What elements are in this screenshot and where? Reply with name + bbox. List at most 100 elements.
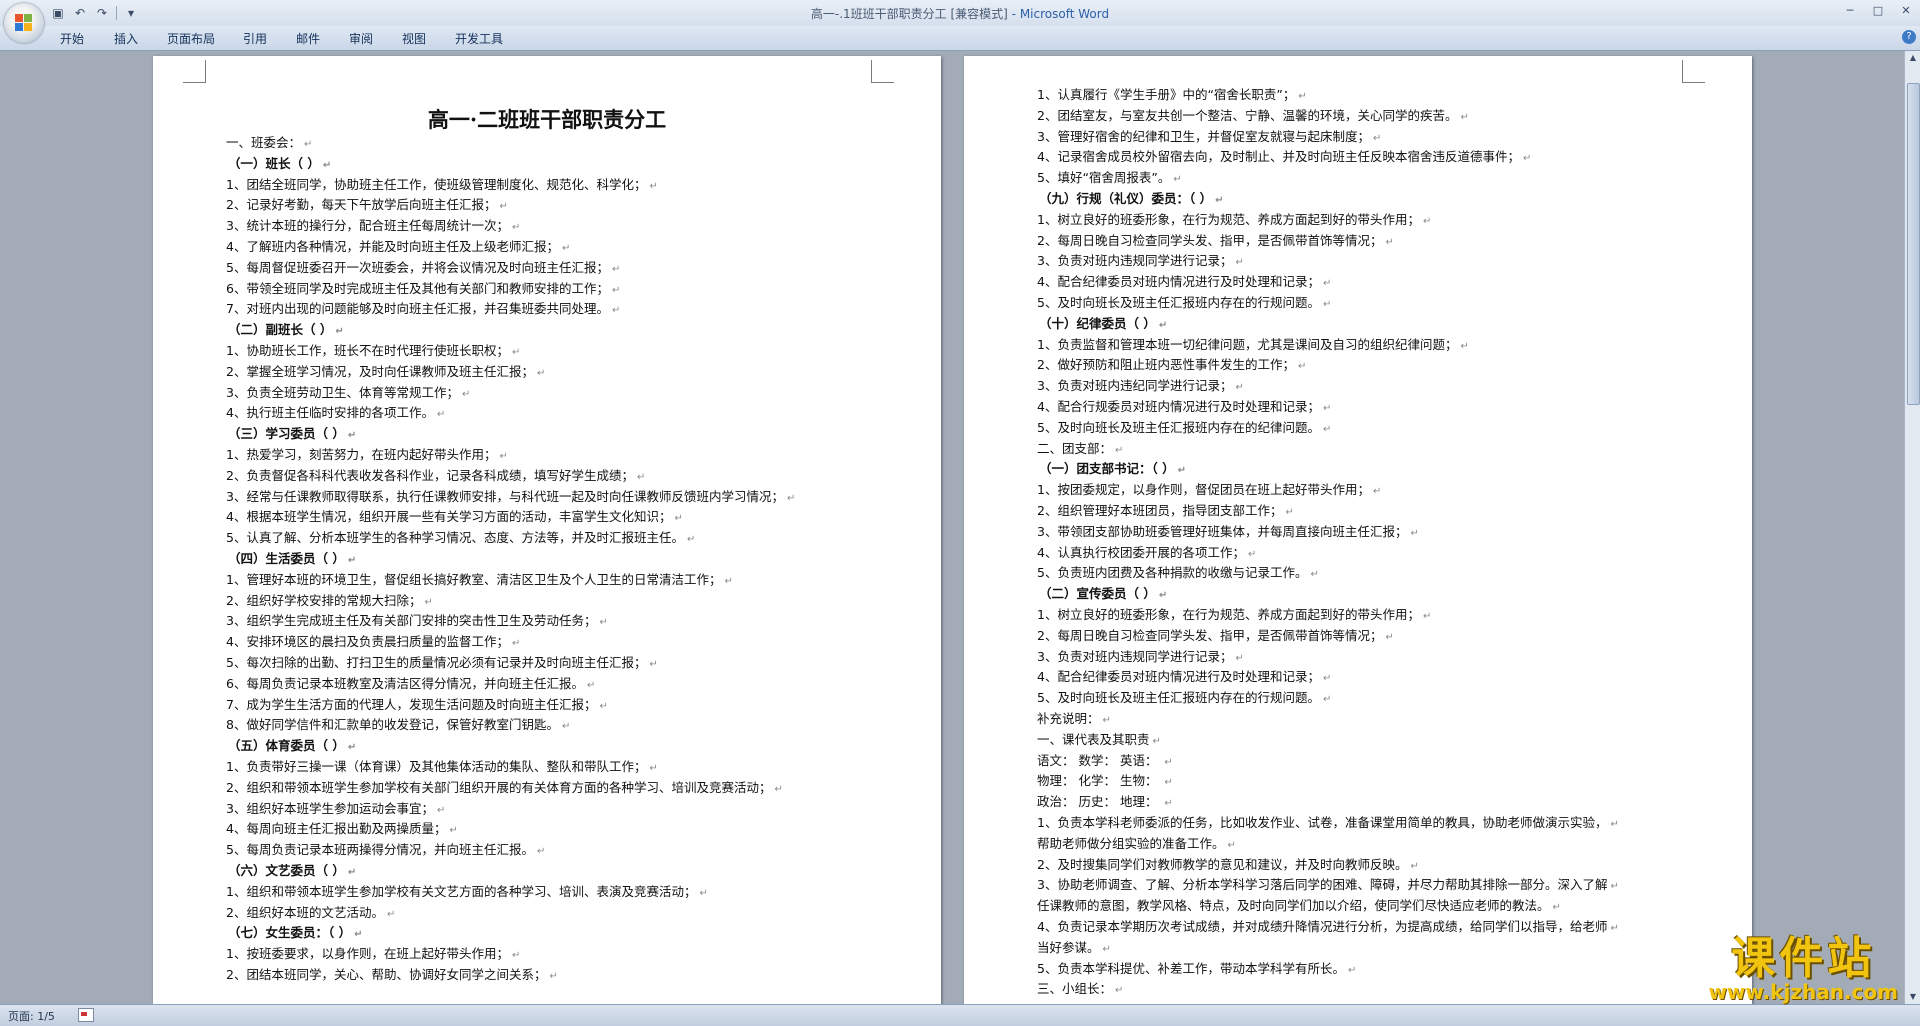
paragraph-line: 6、每周负责记录本班教室及清洁区得分情况，并向班主任汇报。 ↵ <box>226 673 595 692</box>
line-text: 1、管理好本班的环境卫生，督促组长搞好教室、清洁区卫生及个人卫生的日常清洁工作； <box>226 571 722 587</box>
line-text: 4、记录宿舍成员校外留宿去向，及时制止、并及时向班主任反映本宿舍违反道德事件； <box>1037 149 1520 165</box>
paragraph-mark-icon: ↵ <box>1385 236 1394 248</box>
tab-review[interactable]: 审阅 <box>349 30 373 47</box>
paragraph-mark-icon: ↵ <box>1322 694 1332 706</box>
title-bar: ▣ ↶ ↷ ▾ 高一-.1班班干部职责分工 [兼容模式] - Microsoft… <box>0 0 1920 26</box>
line-text: （十）纪律委员（ ） <box>1039 315 1156 331</box>
paragraph-line: 5、填好“宿舍周报表”。 ↵ <box>1037 167 1182 186</box>
paragraph-mark-icon: ↵ <box>611 263 621 275</box>
line-text: 3、负责全班劳动卫生、体育等常规工作； <box>226 384 459 400</box>
line-text: 4、安排环境区的晨扫及负责晨扫质量的监督工作； <box>226 634 509 650</box>
tab-insert[interactable]: 插入 <box>114 30 138 47</box>
paragraph-mark-icon: ↵ <box>1102 715 1111 726</box>
line-text: 二、团支部： <box>1037 440 1113 456</box>
paragraph-mark-icon: ↵ <box>347 867 357 878</box>
tab-mailings[interactable]: 邮件 <box>296 30 320 47</box>
paragraph-line: 4、配合纪律委员对班内情况进行及时处理和记录； ↵ <box>1037 271 1331 290</box>
tab-page-layout[interactable]: 页面布局 <box>167 30 215 47</box>
paragraph-mark-icon: ↵ <box>1422 215 1432 227</box>
paragraph-mark-icon: ↵ <box>1310 569 1319 581</box>
tab-references[interactable]: 引用 <box>243 30 267 47</box>
paragraph-line: 物理： 化学： 生物： ↵ <box>1037 770 1173 789</box>
paragraph-mark-icon: ↵ <box>1610 881 1619 893</box>
line-text: 3、协助老师调查、了解、分析本学科学习落后同学的困难、障碍，并尽力帮助其排除一部… <box>1037 877 1608 893</box>
paragraph-mark-icon: ↵ <box>1410 527 1419 539</box>
section-heading: （四）生活委员（ ） ↵ <box>228 548 356 567</box>
line-text: 2、记录好考勤，每天下午放学后向班主任汇报； <box>226 197 497 213</box>
section-heading: （三）学习委员（ ） ↵ <box>228 423 356 442</box>
help-icon[interactable]: ? <box>1902 30 1916 44</box>
paragraph-mark-icon: ↵ <box>386 908 396 920</box>
line-text: 3、带领团支部协助班委管理好班集体，并每周直接向班主任汇报； <box>1037 523 1408 539</box>
paragraph-line: 7、对班内出现的问题能够及时向班主任汇报，并召集班委共同处理。 ↵ <box>226 298 620 317</box>
line-text: 5、及时向班长及班主任汇报班内存在的纪律问题。 <box>1037 419 1320 435</box>
paragraph-mark-icon: ↵ <box>1173 174 1182 186</box>
line-text: 7、对班内出现的问题能够及时向班主任汇报，并召集班委共同处理。 <box>226 301 609 317</box>
line-text: 2、团结室友，与室友共创一个整洁、宁静、温馨的环境，关心同学的疾苦。 <box>1037 107 1458 123</box>
paragraph-line: 2、组织和带领本班学生参加学校有关部门组织开展的有关体育方面的各种学习、培训及竞… <box>226 777 783 796</box>
line-text: 2、每周日晚自习检查同学头发、指甲，是否佩带首饰等情况； <box>1037 627 1383 643</box>
close-icon[interactable]: ✕ <box>1892 0 1920 20</box>
macro-record-icon[interactable] <box>78 1008 94 1022</box>
minimize-icon[interactable]: ─ <box>1836 0 1864 20</box>
line-text: 1、团结全班同学，协助班主任工作，使班级管理制度化、规范化、科学化； <box>226 176 647 192</box>
paragraph-mark-icon: ↵ <box>1102 943 1111 955</box>
line-text: 政治： 历史： 地理： <box>1037 794 1162 810</box>
section-heading: （十）纪律委员（ ） ↵ <box>1039 313 1167 332</box>
paragraph-line: 1、负责带好三操一课（体育课）及其他集体活动的集队、整队和带队工作； ↵ <box>226 756 658 775</box>
line-text: 8、做好同学信件和汇款单的收发登记，保管好教室门钥匙。 <box>226 717 559 733</box>
paragraph-line: 4、执行班主任临时安排的各项工作。 ↵ <box>226 402 445 421</box>
office-button[interactable] <box>4 3 44 43</box>
page-2[interactable]: 1、认真履行《学生手册》中的“宿舍长职责”； ↵ 2、团结室友，与室友共创一个整洁、… <box>964 56 1752 1004</box>
scroll-up-icon[interactable]: ▲ <box>1908 53 1918 63</box>
line-text: 2、负责督促各科科代表收发各科作业，记录各科成绩，填写好学生成绩； <box>226 467 634 483</box>
vertical-scrollbar[interactable]: ▲ ▼ <box>1904 51 1920 1004</box>
page-count[interactable]: 页面: 1/5 <box>8 1008 55 1024</box>
line-text: 4、负责记录本学期历次考试成绩，并对成绩升降情况进行分析，为提高成绩，给同学们以… <box>1037 919 1608 934</box>
tab-home[interactable]: 开始 <box>60 30 84 47</box>
paragraph-mark-icon: ↵ <box>511 222 521 234</box>
tab-developer[interactable]: 开发工具 <box>455 30 503 47</box>
line-text: 1、树立良好的班委形象，在行为规范、养成方面起到好的带头作用； <box>1037 607 1420 622</box>
paragraph-mark-icon: ↵ <box>724 575 733 587</box>
paragraph-line: 2、组织好本班的文艺活动。 ↵ <box>226 902 395 921</box>
paragraph-mark-icon: ↵ <box>1285 507 1294 518</box>
paragraph-line: 2、每周日晚自习检查同学头发、指甲，是否佩带首饰等情况； ↵ <box>1037 230 1394 249</box>
paragraph-line: 2、及时搜集同学们对教师教学的意见和建议，并及时向教师反映。 ↵ <box>1037 854 1419 873</box>
line-text: （一）团支部书记：（ ） <box>1039 461 1175 477</box>
paragraph-line: 4、安排环境区的晨扫及负责晨扫质量的监督工作； ↵ <box>226 631 520 650</box>
app-name: - Microsoft Word <box>1007 7 1110 21</box>
tab-view[interactable]: 视图 <box>402 30 426 47</box>
paragraph-line: 1、树立良好的班委形象，在行为规范、养成方面起到好的带头作用； ↵ <box>1037 209 1431 228</box>
document-workspace[interactable]: 高一·二班班干部职责分工 一、班委会： ↵ （一）班长（ ） ↵ 1、团结全班同学，协助… <box>0 51 1904 1004</box>
line-text: 任课教师的意图，教学风格、特点，及时向同学们加以介绍，使同学们尽快适应老师的教法… <box>1037 898 1550 914</box>
paragraph-line: 4、根据本班学生情况，组织开展一些有关学习方面的活动，丰富学生文化知识； ↵ <box>226 506 683 525</box>
paragraph-line: 6、带领全班同学及时完成班主任及其他有关部门和教师安排的工作； ↵ <box>226 278 620 297</box>
paragraph-mark-icon: ↵ <box>1422 611 1432 622</box>
paragraph-line: 3、负责全班劳动卫生、体育等常规工作； ↵ <box>226 382 470 401</box>
paragraph-mark-icon: ↵ <box>1372 132 1382 144</box>
paragraph-mark-icon: ↵ <box>649 763 658 774</box>
paragraph-line: 三、小组长： ↵ <box>1037 978 1123 997</box>
watermark-url: www.kjzhan.com <box>1708 980 1898 1004</box>
watermark-brand: 课件站 <box>1731 933 1876 984</box>
paragraph-mark-icon: ↵ <box>599 700 608 712</box>
paragraph-line: 一、班委会： ↵ <box>226 132 312 151</box>
paragraph-line: 5、每周负责记录本班两操得分情况，并向班主任汇报。 ↵ <box>226 839 545 858</box>
scroll-down-icon[interactable]: ▼ <box>1908 992 1918 1002</box>
line-text: 5、及时向班长及班主任汇报班内存在的行规问题。 <box>1037 690 1320 706</box>
scrollbar-thumb[interactable] <box>1907 83 1920 405</box>
maximize-icon[interactable]: □ <box>1864 0 1892 20</box>
paragraph-mark-icon: ↵ <box>1247 548 1257 560</box>
line-text: 4、配合行规委员对班内情况进行及时处理和记录； <box>1037 399 1320 414</box>
paragraph-mark-icon: ↵ <box>1298 91 1307 102</box>
paragraph-mark-icon: ↵ <box>1235 382 1244 394</box>
paragraph-line: 3、带领团支部协助班委管理好班集体，并每周直接向班主任汇报； ↵ <box>1037 521 1419 540</box>
line-text: 2、团结本班同学，关心、帮助、协调好女同学之间关系； <box>226 967 547 982</box>
paragraph-mark-icon: ↵ <box>649 180 658 192</box>
line-text: 3、负责对班内违规同学进行记录； <box>1037 648 1233 664</box>
paragraph-mark-icon: ↵ <box>599 617 608 629</box>
page-1[interactable]: 高一·二班班干部职责分工 一、班委会： ↵ （一）班长（ ） ↵ 1、团结全班同学，协助… <box>153 56 941 1004</box>
paragraph-mark-icon: ↵ <box>511 347 521 358</box>
paragraph-mark-icon: ↵ <box>449 825 458 837</box>
